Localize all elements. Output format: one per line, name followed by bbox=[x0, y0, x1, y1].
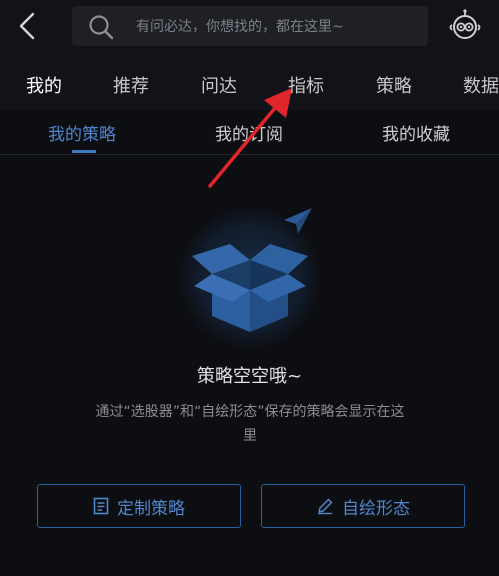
subtab-my-favorites[interactable]: 我的收藏 bbox=[382, 120, 450, 145]
tab-recommend[interactable]: 推荐 bbox=[113, 72, 149, 98]
chevron-left-icon bbox=[19, 12, 35, 40]
tab-data[interactable]: 数据 bbox=[463, 72, 499, 98]
robot-assistant-icon bbox=[449, 9, 481, 39]
tab-strategy[interactable]: 策略 bbox=[376, 72, 412, 98]
document-icon bbox=[93, 497, 109, 515]
empty-state-description: 通过“选股器”和“自绘形态”保存的策略会显示在这里 bbox=[95, 404, 405, 444]
empty-state-title: 策略空空哦~ bbox=[196, 366, 303, 387]
tab-mine[interactable]: 我的 bbox=[26, 72, 62, 98]
custom-strategy-button[interactable]: 定制策略 bbox=[37, 484, 241, 528]
search-bar[interactable]: 有问必达，你想找的，都在这里~ bbox=[72, 6, 428, 46]
annotation-arrow-icon bbox=[208, 88, 292, 188]
search-placeholder: 有问必达，你想找的，都在这里~ bbox=[136, 19, 344, 35]
active-tab-indicator bbox=[72, 150, 96, 153]
draw-pattern-button[interactable]: 自绘形态 bbox=[261, 484, 465, 528]
draw-pattern-label: 自绘形态 bbox=[342, 498, 410, 519]
custom-strategy-label: 定制策略 bbox=[117, 498, 185, 519]
search-icon bbox=[89, 15, 114, 40]
assistant-button[interactable] bbox=[448, 8, 482, 44]
subtab-my-strategy[interactable]: 我的策略 bbox=[48, 120, 116, 145]
pencil-icon bbox=[318, 498, 333, 515]
open-box-icon bbox=[178, 206, 322, 350]
top-bar: 有问必达，你想找的，都在这里~ bbox=[0, 0, 499, 52]
back-button[interactable] bbox=[10, 8, 44, 44]
